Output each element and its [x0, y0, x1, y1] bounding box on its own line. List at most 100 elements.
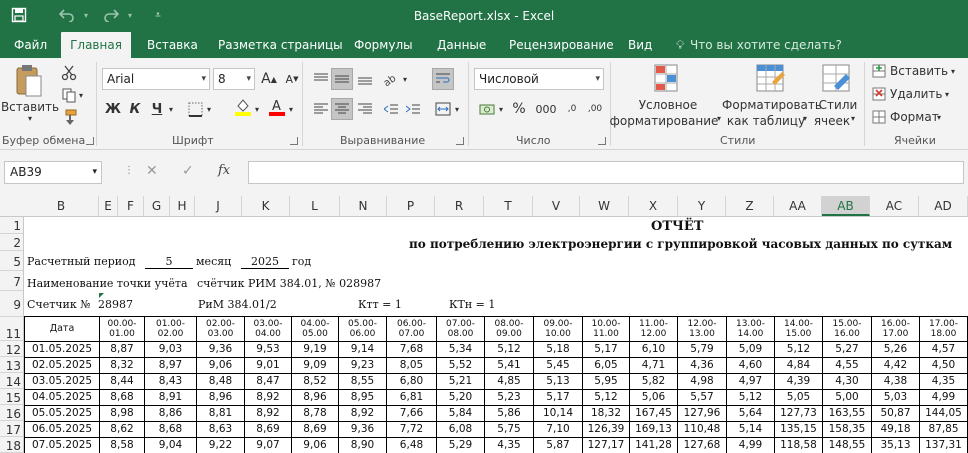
value-cell[interactable]: 6,48 [386, 437, 437, 453]
insert-dropdown-icon[interactable]: ▾ [948, 63, 958, 79]
clipboard-launcher-icon[interactable] [86, 137, 94, 145]
value-cell[interactable]: 7,72 [386, 421, 437, 438]
value-cell[interactable]: 4,99 [726, 437, 775, 453]
cell-styles-line1[interactable]: Стили [816, 98, 860, 112]
row-header-13[interactable]: 13 [0, 357, 23, 373]
column-header-y[interactable]: Y [678, 196, 726, 216]
date-cell[interactable]: 05.05.2025 [24, 405, 100, 422]
decrease-decimal-button[interactable]: ,00 [584, 98, 606, 120]
column-header-ad[interactable]: AD [919, 196, 968, 216]
value-cell[interactable]: 141,28 [629, 437, 678, 453]
value-cell[interactable]: 8,55 [338, 373, 387, 390]
tab-insert[interactable]: Вставка [147, 32, 198, 58]
value-cell[interactable]: 8,69 [291, 421, 339, 438]
value-cell[interactable]: 4,35 [919, 373, 968, 390]
currency-icon[interactable] [476, 98, 498, 120]
font-name-select[interactable]: Arial ▾ [102, 68, 210, 90]
value-cell[interactable]: 167,45 [629, 405, 678, 422]
increase-indent-icon[interactable] [402, 98, 424, 120]
value-cell[interactable]: 5,52 [436, 357, 485, 374]
format-as-table-dropdown-icon[interactable]: ▾ [800, 114, 810, 123]
error-indicator-icon[interactable] [99, 293, 104, 298]
align-middle-icon[interactable] [331, 68, 353, 90]
decrease-indent-icon[interactable] [380, 98, 402, 120]
column-header-r[interactable]: R [435, 196, 484, 216]
fill-color-dropdown-icon[interactable]: ▾ [252, 98, 262, 120]
value-cell[interactable]: 8,52 [291, 373, 339, 390]
value-cell[interactable]: 9,01 [244, 357, 292, 374]
value-cell[interactable]: 4,98 [677, 373, 727, 390]
row-header-16[interactable]: 16 [0, 405, 23, 421]
column-header-j[interactable]: J [195, 196, 242, 216]
value-cell[interactable]: 5,84 [436, 405, 485, 422]
copy-dropdown-icon[interactable]: ▾ [76, 84, 86, 106]
font-size-select[interactable]: 8 ▾ [213, 68, 255, 90]
paste-button[interactable]: Вставить [1, 100, 59, 114]
value-cell[interactable]: 8,63 [196, 421, 245, 438]
column-header-k[interactable]: K [242, 196, 290, 216]
value-cell[interactable]: 49,18 [871, 421, 920, 438]
value-cell[interactable]: 158,35 [822, 421, 872, 438]
name-box[interactable]: AB39 ▾ [4, 161, 102, 184]
fill-color-icon[interactable] [232, 96, 254, 118]
value-cell[interactable]: 4,39 [774, 373, 823, 390]
value-cell[interactable]: 9,14 [338, 341, 387, 358]
cell-styles-dropdown-icon[interactable]: ▾ [848, 114, 858, 123]
cell-styles-line2[interactable]: ячеек [812, 114, 852, 128]
column-header-v[interactable]: V [533, 196, 580, 216]
value-cell[interactable]: 8,92 [244, 389, 292, 406]
formula-input[interactable] [248, 161, 964, 184]
value-cell[interactable]: 5,17 [582, 341, 630, 358]
date-cell[interactable]: 04.05.2025 [24, 389, 100, 406]
value-cell[interactable]: 4,84 [774, 357, 823, 374]
grow-font-button[interactable]: A ▲ [258, 68, 280, 90]
value-cell[interactable]: 8,05 [386, 357, 437, 374]
column-header-g[interactable]: G [144, 196, 170, 216]
row-header-11[interactable]: 11 [0, 317, 23, 341]
value-cell[interactable]: 8,58 [99, 437, 145, 453]
paste-dropdown-icon[interactable]: ▾ [24, 114, 36, 123]
value-cell[interactable]: 9,06 [291, 437, 339, 453]
delete-cells-icon[interactable] [872, 87, 886, 104]
merge-center-icon[interactable] [432, 98, 454, 120]
value-cell[interactable]: 4,35 [484, 437, 534, 453]
orientation-dropdown-icon[interactable]: ▾ [400, 68, 410, 90]
borders-dropdown-icon[interactable]: ▾ [204, 98, 214, 120]
value-cell[interactable]: 8,92 [244, 405, 292, 422]
value-cell[interactable]: 5,06 [629, 389, 678, 406]
value-cell[interactable]: 4,97 [726, 373, 775, 390]
value-cell[interactable]: 5,82 [629, 373, 678, 390]
value-cell[interactable]: 9,06 [196, 357, 245, 374]
value-cell[interactable]: 6,10 [629, 341, 678, 358]
value-cell[interactable]: 163,55 [822, 405, 872, 422]
delete-cells-button[interactable]: Удалить [890, 86, 943, 102]
value-cell[interactable]: 6,08 [436, 421, 485, 438]
align-top-icon[interactable] [310, 68, 332, 90]
format-cells-icon[interactable] [872, 110, 886, 127]
row-header-9[interactable]: 9 [0, 291, 23, 317]
underline-button[interactable]: Ч [146, 98, 168, 120]
increase-decimal-button[interactable]: ,0 [562, 98, 582, 120]
row-header-1[interactable]: 1 [0, 217, 23, 234]
date-cell[interactable]: 06.05.2025 [24, 421, 100, 438]
cell-styles-icon[interactable] [822, 64, 852, 97]
value-cell[interactable]: 5,13 [533, 373, 583, 390]
value-cell[interactable]: 8,68 [99, 389, 145, 406]
column-header-b[interactable]: B [24, 196, 99, 216]
value-cell[interactable]: 5,12 [582, 389, 630, 406]
column-header-ac[interactable]: AC [870, 196, 919, 216]
tell-me-search[interactable]: 💡︎ Что вы хотите сделать? [676, 32, 842, 58]
column-header-x[interactable]: X [629, 196, 678, 216]
shrink-font-button[interactable]: A ▼ [281, 68, 303, 90]
value-cell[interactable]: 5,12 [484, 341, 534, 358]
value-cell[interactable]: 127,68 [677, 437, 727, 453]
value-cell[interactable]: 5,95 [582, 373, 630, 390]
column-header-z[interactable]: Z [726, 196, 774, 216]
value-cell[interactable]: 9,53 [244, 341, 292, 358]
insert-cells-icon[interactable] [872, 64, 886, 81]
value-cell[interactable]: 5,29 [436, 437, 485, 453]
value-cell[interactable]: 8,87 [99, 341, 145, 358]
value-cell[interactable]: 4,71 [629, 357, 678, 374]
row-header-2[interactable]: 2 [0, 234, 23, 251]
value-cell[interactable]: 8,90 [338, 437, 387, 453]
